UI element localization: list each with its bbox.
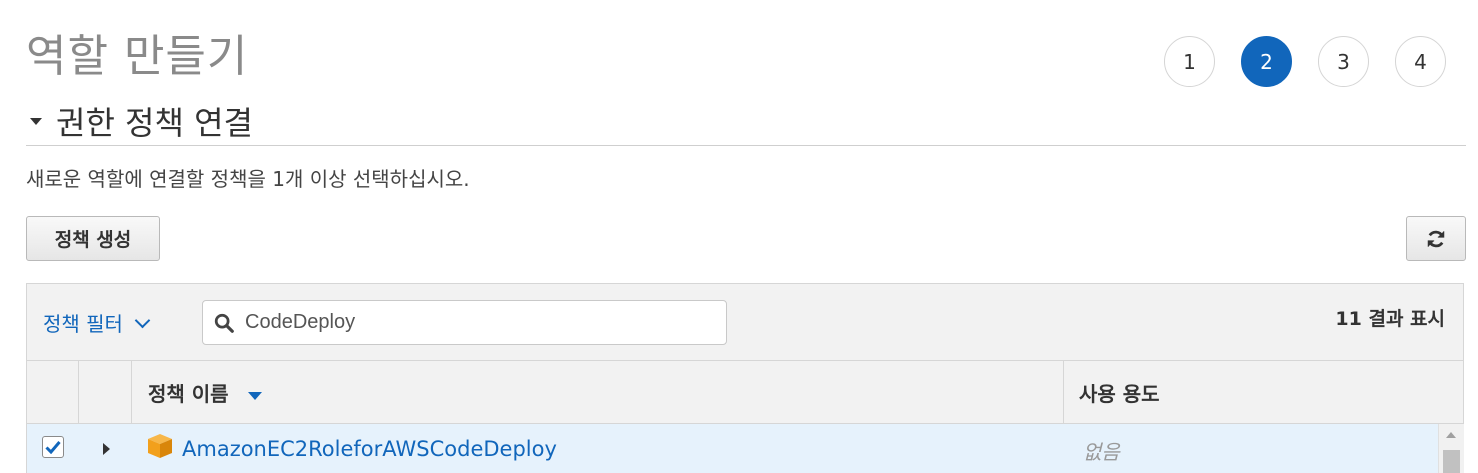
policy-filter-label: 정책 필터 (43, 312, 123, 336)
wizard-step-4[interactable]: 4 (1395, 36, 1446, 87)
table-header: 정책 이름 사용 용도 (26, 361, 1464, 424)
row-checkbox[interactable] (42, 436, 64, 458)
caret-down-icon (30, 117, 42, 125)
divider (26, 145, 1466, 146)
expand-row-icon[interactable] (103, 443, 110, 455)
policy-name-link[interactable]: AmazonEC2RoleforAWSCodeDeploy (182, 437, 557, 461)
column-divider (131, 361, 132, 423)
aws-managed-policy-icon (148, 434, 172, 458)
policy-filter-dropdown[interactable]: 정책 필터 (43, 308, 151, 337)
sort-desc-icon (247, 391, 262, 400)
column-header-usage[interactable]: 사용 용도 (1079, 378, 1160, 407)
section-toggle[interactable]: 권한 정책 연결 (30, 98, 253, 144)
search-box[interactable] (202, 300, 727, 345)
checkmark-icon (45, 441, 61, 454)
wizard-step-2[interactable]: 2 (1241, 36, 1292, 87)
chevron-down-icon (134, 312, 151, 328)
table-scrollbar[interactable] (1438, 424, 1464, 473)
search-icon (214, 313, 234, 333)
page-title: 역할 만들기 (26, 31, 249, 82)
create-policy-button[interactable]: 정책 생성 (26, 216, 160, 261)
section-description: 새로운 역할에 연결할 정책을 1개 이상 선택하십시오. (26, 167, 470, 191)
policy-usage: 없음 (1083, 440, 1120, 464)
results-count: 11 결과 표시 (1335, 308, 1445, 330)
table-row[interactable]: AmazonEC2RoleforAWSCodeDeploy 없음 (26, 424, 1438, 473)
column-divider (78, 361, 79, 423)
policy-toolbar: 정책 필터 11 결과 표시 (26, 283, 1464, 361)
refresh-button[interactable] (1406, 216, 1466, 261)
scroll-up-icon[interactable] (1446, 432, 1456, 438)
column-header-policy-name-label: 정책 이름 (148, 382, 229, 406)
section-title: 권한 정책 연결 (56, 104, 253, 142)
refresh-icon (1427, 230, 1445, 247)
search-input[interactable] (243, 310, 707, 335)
wizard-steps: 1 2 3 4 (1164, 36, 1446, 87)
wizard-step-1[interactable]: 1 (1164, 36, 1215, 87)
scroll-thumb[interactable] (1443, 450, 1460, 473)
wizard-step-3[interactable]: 3 (1318, 36, 1369, 87)
column-divider (1063, 361, 1064, 423)
column-header-policy-name[interactable]: 정책 이름 (148, 378, 262, 407)
